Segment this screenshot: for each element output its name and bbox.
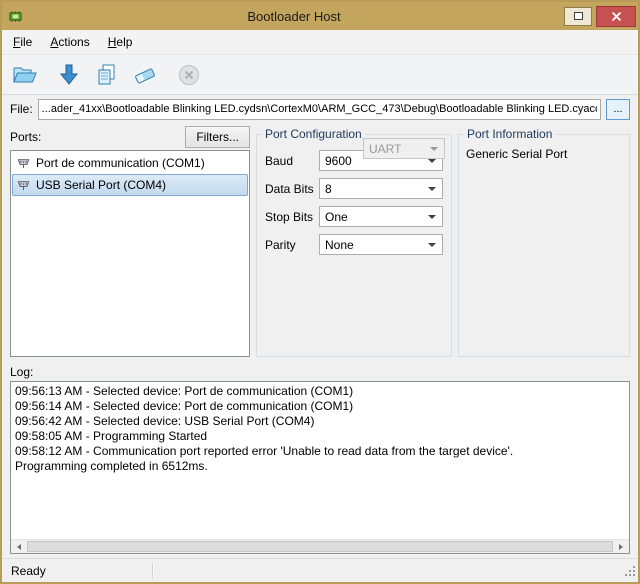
open-file-button[interactable] — [10, 60, 40, 90]
file-path-input[interactable] — [38, 99, 601, 120]
app-icon — [8, 8, 24, 24]
data-bits-select[interactable]: 8 — [319, 178, 443, 199]
log-list[interactable]: 09:56:13 AM - Selected device: Port de c… — [10, 381, 630, 554]
stop-bits-select[interactable]: One — [319, 206, 443, 227]
data-bits-label: Data Bits — [265, 182, 319, 196]
status-bar: Ready — [2, 558, 638, 582]
log-label: Log: — [2, 363, 638, 381]
toolbar — [2, 55, 638, 95]
log-line: Programming completed in 6512ms. — [15, 459, 625, 474]
log-line: 09:56:42 AM - Selected device: USB Seria… — [15, 414, 625, 429]
ports-panel: Ports: Filters... Port de communication … — [10, 125, 250, 357]
log-horizontal-scrollbar[interactable] — [11, 539, 629, 553]
port-information-group: Port Information Generic Serial Port — [458, 127, 630, 357]
log-line: 09:56:14 AM - Selected device: Port de c… — [15, 399, 625, 414]
scrollbar-thumb[interactable] — [27, 541, 613, 552]
erase-button[interactable] — [130, 60, 160, 90]
stop-bits-label: Stop Bits — [265, 210, 319, 224]
bootloader-host-window: Bootloader Host File Actions Help — [0, 0, 640, 584]
file-label: File: — [10, 102, 33, 116]
close-icon — [611, 11, 622, 22]
chevron-down-icon — [425, 159, 439, 163]
menu-bar: File Actions Help — [2, 30, 638, 55]
port-information-text: Generic Serial Port — [459, 143, 629, 165]
menu-help[interactable]: Help — [99, 30, 142, 54]
chevron-down-icon — [427, 147, 441, 151]
chevron-down-icon — [425, 215, 439, 219]
close-button[interactable] — [596, 6, 636, 27]
list-item-label: Port de communication (COM1) — [36, 156, 205, 170]
port-information-title: Port Information — [464, 127, 555, 141]
main-area: Ports: Filters... Port de communication … — [2, 123, 638, 363]
scroll-right-icon[interactable] — [613, 540, 629, 553]
status-text: Ready — [11, 564, 46, 578]
maximize-button[interactable] — [564, 7, 592, 26]
list-item-label: USB Serial Port (COM4) — [36, 178, 166, 192]
scroll-left-icon[interactable] — [11, 540, 27, 553]
verify-copy-icon — [95, 63, 119, 87]
list-item-com4[interactable]: USB Serial Port (COM4) — [12, 174, 248, 196]
parity-select[interactable]: None — [319, 234, 443, 255]
file-row: File: ... — [2, 95, 638, 123]
open-folder-icon — [12, 63, 38, 87]
baud-label: Baud — [265, 154, 319, 168]
port-configuration-title: Port Configuration — [262, 127, 365, 141]
log-line: 09:58:12 AM - Communication port reporte… — [15, 444, 625, 459]
resize-grip[interactable] — [624, 565, 637, 581]
abort-button — [174, 60, 204, 90]
titlebar: Bootloader Host — [2, 2, 638, 30]
verify-button[interactable] — [92, 60, 122, 90]
log-line: 09:58:05 AM - Programming Started — [15, 429, 625, 444]
program-button[interactable] — [54, 60, 84, 90]
chevron-down-icon — [425, 243, 439, 247]
status-divider — [152, 563, 154, 578]
browse-button[interactable]: ... — [606, 99, 630, 120]
filters-button[interactable]: Filters... — [185, 126, 250, 148]
ports-list: Port de communication (COM1) USB Serial … — [10, 150, 250, 357]
abort-icon — [177, 63, 201, 87]
maximize-icon — [574, 12, 583, 20]
log-line: 09:56:13 AM - Selected device: Port de c… — [15, 384, 625, 399]
serial-port-icon — [16, 156, 31, 170]
menu-file[interactable]: File — [4, 30, 41, 54]
chevron-down-icon — [425, 187, 439, 191]
program-arrow-icon — [57, 63, 81, 87]
port-configuration-group: Port Configuration UART Baud 9600 Data B… — [256, 127, 452, 357]
serial-port-icon — [16, 178, 31, 192]
window-title: Bootloader Host — [24, 9, 564, 24]
parity-label: Parity — [265, 238, 319, 252]
eraser-icon — [133, 63, 157, 87]
menu-actions[interactable]: Actions — [41, 30, 98, 54]
ports-label: Ports: — [10, 130, 41, 144]
protocol-select: UART — [363, 138, 445, 159]
list-item-com1[interactable]: Port de communication (COM1) — [12, 152, 248, 174]
